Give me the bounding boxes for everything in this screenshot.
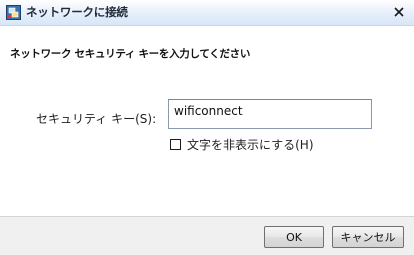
- connect-to-network-dialog: ネットワークに接続 ネットワーク セキュリティ キーを入力してください セキュリ…: [0, 0, 414, 255]
- network-connection-icon: [6, 5, 21, 20]
- title-bar[interactable]: ネットワークに接続: [0, 0, 414, 26]
- hide-characters-option[interactable]: 文字を非表示にする(H): [170, 136, 314, 152]
- button-bar: OK キャンセル: [0, 217, 414, 255]
- dialog-heading: ネットワーク セキュリティ キーを入力してください: [10, 48, 251, 60]
- hide-characters-checkbox[interactable]: [170, 138, 181, 150]
- cancel-button[interactable]: キャンセル: [332, 226, 404, 248]
- security-key-input[interactable]: wificonnect: [168, 99, 372, 129]
- hide-characters-label[interactable]: 文字を非表示にする(H): [187, 136, 314, 153]
- window-title: ネットワークに接続: [26, 5, 128, 19]
- ok-button[interactable]: OK: [264, 226, 324, 248]
- close-button[interactable]: [390, 3, 408, 21]
- dialog-body: ネットワーク セキュリティ キーを入力してください セキュリティ キー(S): …: [0, 26, 414, 216]
- security-key-label: セキュリティ キー(S):: [36, 112, 157, 126]
- close-icon: [394, 7, 404, 17]
